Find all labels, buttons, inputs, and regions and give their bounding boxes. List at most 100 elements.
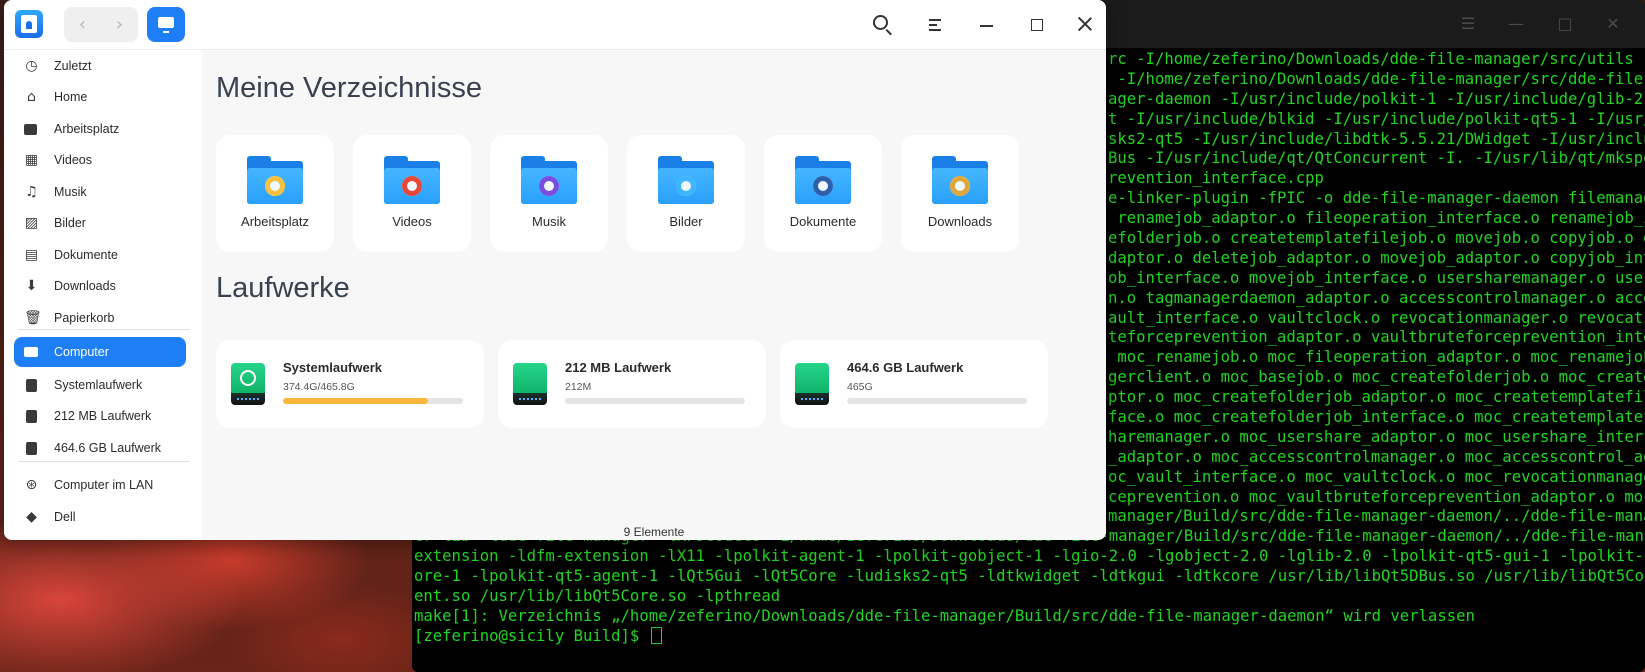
- dir-tile-label: Downloads: [927, 214, 993, 229]
- sidebar-item-systemlaufwerk[interactable]: Systemlaufwerk: [14, 370, 186, 400]
- sidebar: ◷ Zuletzt ⌂ Home Arbeitsplatz ▦ Videos ♫…: [4, 50, 202, 540]
- search-icon[interactable]: [873, 15, 888, 30]
- dir-tile-label: Dokumente: [789, 214, 857, 229]
- home-icon: ⌂: [27, 88, 36, 105]
- minimize-icon[interactable]: —: [1504, 12, 1528, 36]
- sidebar-item-computer-im-lan[interactable]: ⊛ Computer im LAN: [14, 470, 186, 500]
- maximize-icon[interactable]: □: [1553, 12, 1577, 36]
- sidebar-item-arbeitsplatz[interactable]: Arbeitsplatz: [14, 114, 186, 144]
- sidebar-item-label: Downloads: [54, 279, 116, 293]
- sidebar-item-bilder[interactable]: ▨ Bilder: [14, 208, 186, 238]
- sidebar-item-label: Dokumente: [54, 248, 118, 262]
- computer-view: Meine Verzeichnisse Arbeitsplatz Videos …: [202, 50, 1106, 540]
- sidebar-item-home[interactable]: ⌂ Home: [14, 82, 186, 112]
- drive-card-212mb[interactable]: 212 MB Laufwerk 212M: [498, 340, 766, 428]
- back-button[interactable]: ‹: [64, 7, 101, 42]
- sidebar-item-label: Papierkorb: [54, 311, 115, 325]
- folder-desktop-icon: [247, 156, 303, 204]
- menu-icon[interactable]: [929, 19, 941, 31]
- download-icon: ⬇: [25, 277, 38, 294]
- dir-tile-bilder[interactable]: Bilder: [627, 135, 745, 252]
- drive-name: Systemlaufwerk: [283, 360, 382, 375]
- drive-name: 464.6 GB Laufwerk: [847, 360, 964, 375]
- section-title-drives: Laufwerke: [216, 272, 350, 304]
- dir-tile-arbeitsplatz[interactable]: Arbeitsplatz: [216, 135, 334, 252]
- image-icon: ▨: [24, 214, 39, 231]
- close-icon[interactable]: ✕: [1601, 12, 1625, 36]
- close-icon[interactable]: [1077, 16, 1093, 32]
- folder-documents-icon: [795, 156, 851, 204]
- dir-tile-dokumente[interactable]: Dokumente: [764, 135, 882, 252]
- dir-tile-label: Arbeitsplatz: [241, 214, 309, 229]
- sidebar-item-dell[interactable]: ◆ Dell: [14, 502, 186, 532]
- sidebar-item-label: Videos: [54, 153, 92, 167]
- sidebar-item-label: Musik: [54, 185, 87, 199]
- dir-tile-musik[interactable]: Musik: [490, 135, 608, 252]
- terminal-line: ent.so /usr/lib/libQt5Core.so -lpthread: [414, 587, 781, 606]
- dir-tile-label: Videos: [392, 214, 432, 229]
- system-drive-icon: [231, 363, 265, 405]
- sidebar-item-label: 464.6 GB Laufwerk: [54, 441, 162, 455]
- file-manager-logo-icon: [15, 10, 43, 38]
- navigation-buttons: ‹ ›: [64, 7, 138, 42]
- drive-usage-bar: [283, 398, 463, 404]
- network-icon: ⊛: [25, 476, 38, 493]
- sidebar-item-label: Home: [54, 90, 88, 104]
- dir-tile-downloads[interactable]: Downloads: [901, 135, 1019, 252]
- drive-size: 212M: [565, 381, 592, 393]
- drive-icon: [24, 378, 39, 393]
- drive-card-systemlaufwerk[interactable]: Systemlaufwerk 374.4G/465.8G: [216, 340, 484, 428]
- sidebar-item-dokumente[interactable]: ▤ Dokumente: [14, 240, 186, 270]
- sidebar-item-label: Dell: [54, 510, 76, 524]
- sidebar-item-computer[interactable]: Computer: [14, 337, 186, 367]
- menu-icon[interactable]: ☰: [1456, 12, 1480, 36]
- folder-downloads-icon: [932, 156, 988, 204]
- sidebar-item-464gb-laufwerk[interactable]: 464.6 GB Laufwerk: [14, 433, 186, 463]
- sidebar-item-label: 212 MB Laufwerk: [54, 409, 152, 423]
- minimize-icon[interactable]: [980, 25, 993, 27]
- maximize-icon[interactable]: [1031, 19, 1043, 31]
- sidebar-item-label: Zuletzt: [54, 59, 92, 73]
- music-note-icon: ♫: [25, 183, 38, 200]
- drive-usage-bar: [847, 398, 1027, 404]
- sidebar-item-212mb-laufwerk[interactable]: 212 MB Laufwerk: [14, 401, 186, 431]
- sidebar-item-zuletzt[interactable]: ◷ Zuletzt: [14, 51, 186, 81]
- computer-icon: [158, 17, 174, 33]
- titlebar: ‹ ›: [4, 0, 1106, 50]
- terminal-line: extension -ldfm-extension -lX11 -lpolkit…: [414, 547, 1645, 566]
- clock-icon: ◷: [25, 57, 38, 74]
- trash-icon: 🗑: [24, 309, 42, 326]
- dir-tile-label: Bilder: [669, 214, 703, 229]
- bookmark-icon: ◆: [26, 508, 37, 525]
- drive-card-464gb[interactable]: 464.6 GB Laufwerk 465G: [780, 340, 1048, 428]
- document-icon: ▤: [24, 246, 39, 263]
- sidebar-item-videos[interactable]: ▦ Videos: [14, 145, 186, 175]
- film-icon: ▦: [24, 151, 39, 168]
- sidebar-item-label: Arbeitsplatz: [54, 122, 120, 136]
- drive-icon: [24, 409, 39, 424]
- terminal-cursor: [650, 626, 662, 644]
- drive-size: 374.4G/465.8G: [283, 381, 355, 393]
- drive-icon: [24, 441, 39, 456]
- folder-videos-icon: [384, 156, 440, 204]
- computer-view-button[interactable]: [147, 7, 185, 42]
- section-title-directories: Meine Verzeichnisse: [216, 72, 482, 104]
- dir-tile-videos[interactable]: Videos: [353, 135, 471, 252]
- forward-button[interactable]: ›: [101, 7, 138, 42]
- folder-music-icon: [521, 156, 577, 204]
- sidebar-item-label: Systemlaufwerk: [54, 378, 143, 392]
- terminal-prompt-line: [zeferino@sicily Build]$: [412, 626, 1645, 647]
- terminal-line: make[1]: Verzeichnis „/home/zeferino/Dow…: [414, 606, 1475, 625]
- dir-tile-label: Musik: [532, 214, 566, 229]
- computer-icon: [24, 345, 39, 360]
- folder-pictures-icon: [658, 156, 714, 204]
- sidebar-item-musik[interactable]: ♫ Musik: [14, 177, 186, 207]
- desktop-icon: [24, 122, 39, 137]
- sidebar-divider: [18, 329, 190, 330]
- sidebar-item-downloads[interactable]: ⬇ Downloads: [14, 271, 186, 301]
- sidebar-item-label: Computer: [54, 345, 109, 359]
- terminal-prompt: [zeferino@sicily Build]$: [414, 626, 649, 645]
- sidebar-item-label: Bilder: [54, 216, 86, 230]
- status-bar-item-count: 9 Elemente: [623, 525, 685, 539]
- drive-size: 465G: [847, 381, 873, 393]
